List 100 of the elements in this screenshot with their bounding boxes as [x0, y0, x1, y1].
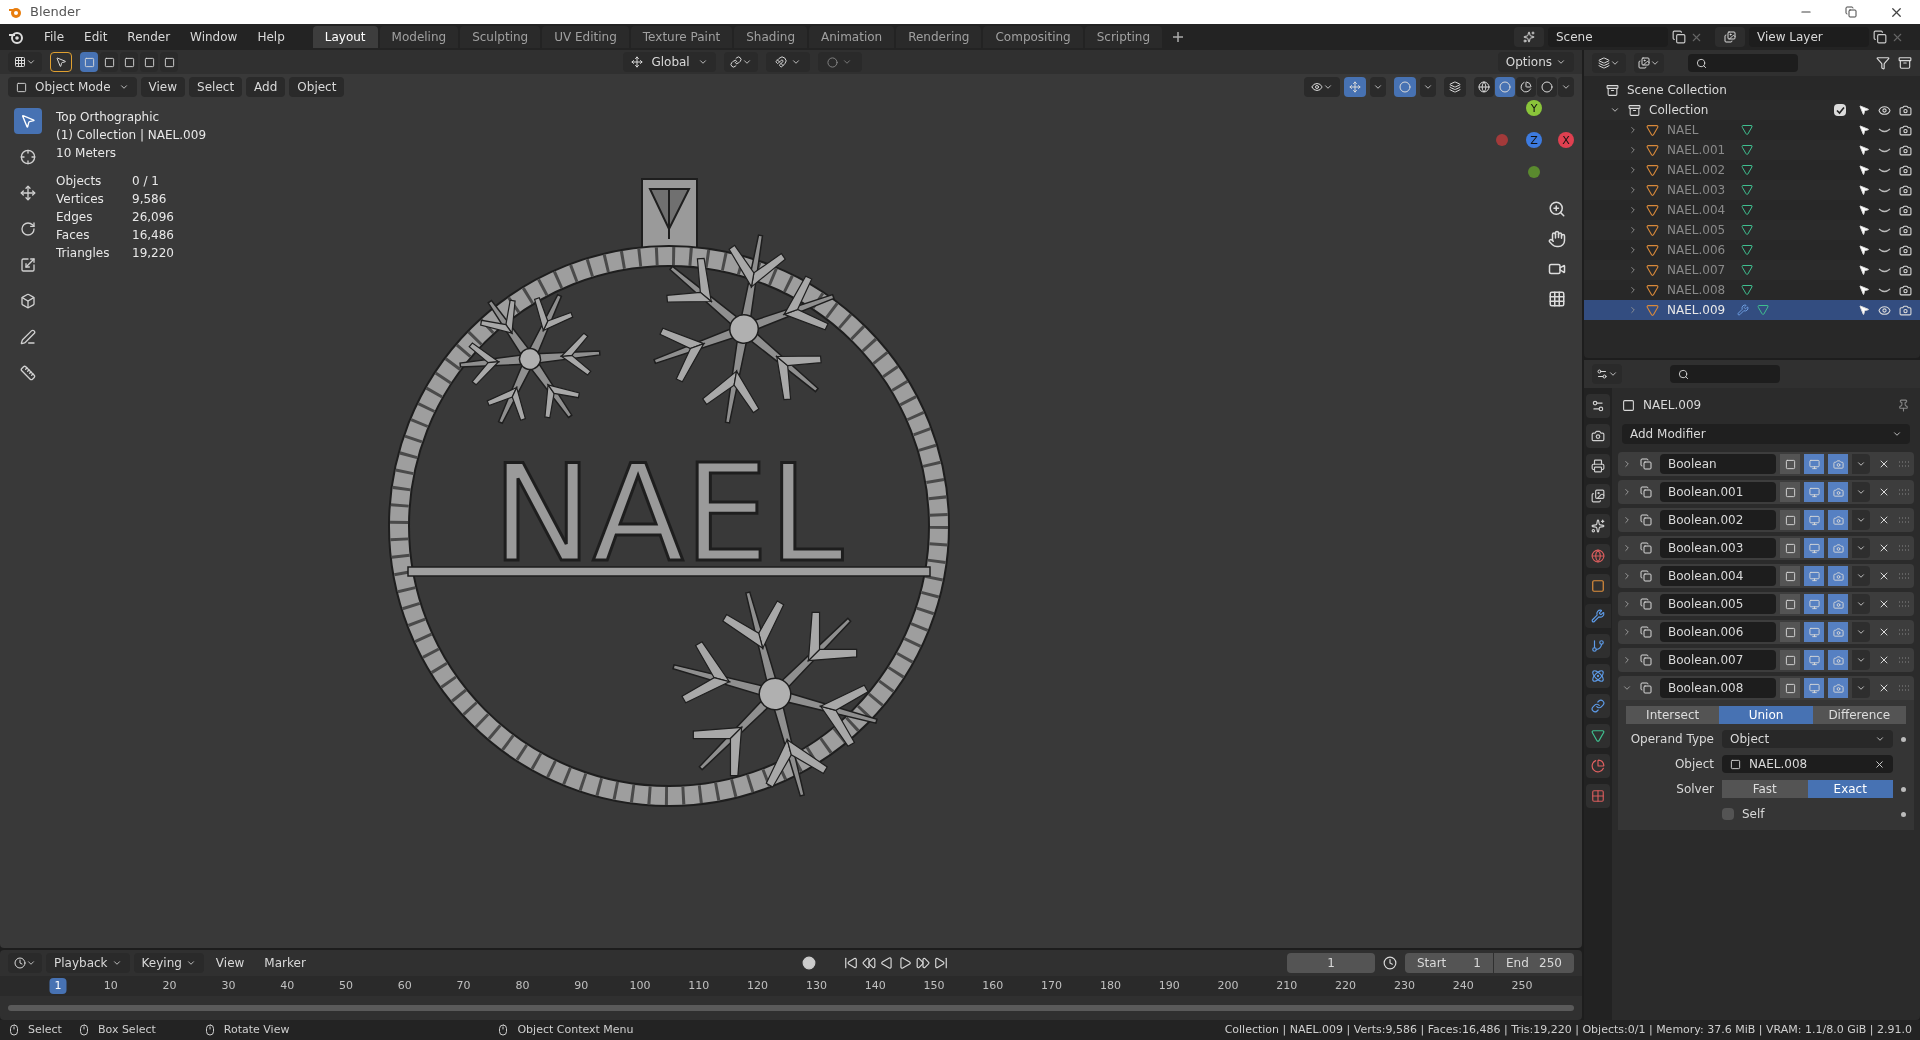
mesh-data-icon[interactable] [1741, 204, 1753, 216]
selection-mode-button[interactable] [100, 52, 118, 72]
render-toggle[interactable] [1828, 538, 1848, 558]
view-layer-selector[interactable] [1715, 27, 1745, 47]
viewport-toggle[interactable] [1804, 510, 1824, 530]
drag-handle-icon[interactable] [1898, 461, 1910, 467]
mesh-data-icon[interactable] [1741, 284, 1753, 296]
selectable-icon[interactable] [1858, 204, 1870, 216]
render-icon[interactable] [1899, 183, 1912, 197]
drag-handle-icon[interactable] [1898, 657, 1910, 663]
selectable-icon[interactable] [1858, 144, 1870, 156]
texture-tab-icon[interactable] [1586, 784, 1610, 808]
start-frame-field[interactable]: 1 [1455, 953, 1493, 973]
edit-mode-toggle[interactable] [1780, 566, 1800, 586]
viewport-toggle[interactable] [1804, 538, 1824, 558]
workspace-tab[interactable]: Animation [809, 26, 895, 48]
selectable-icon[interactable] [1858, 304, 1870, 316]
drag-handle-icon[interactable] [1898, 685, 1910, 691]
scene-selector[interactable] [1514, 27, 1544, 47]
timeline-scrollbar[interactable] [8, 1005, 1574, 1011]
xray-toggle[interactable] [1444, 77, 1466, 97]
render-toggle[interactable] [1828, 622, 1848, 642]
workspace-tab[interactable]: Modeling [379, 26, 459, 48]
eye-icon[interactable] [1878, 103, 1891, 117]
render-icon[interactable] [1899, 163, 1912, 177]
menu-item[interactable]: Window [182, 28, 246, 46]
images-tab-icon[interactable] [1586, 484, 1610, 508]
zoom-icon[interactable] [1548, 200, 1566, 218]
end-frame-field[interactable]: 250 [1534, 953, 1574, 973]
render-icon[interactable] [1899, 243, 1912, 257]
proportional-edit-button[interactable] [817, 52, 862, 72]
render-icon[interactable] [1899, 143, 1912, 157]
viewport-toggle[interactable] [1804, 678, 1824, 698]
workspace-tab[interactable]: Layout [312, 26, 378, 48]
remove-modifier-icon[interactable] [1878, 654, 1890, 666]
drag-handle-icon[interactable] [1898, 573, 1910, 579]
modifier-name-field[interactable]: Boolean [1660, 454, 1776, 474]
workspace-tab[interactable]: Scripting [1084, 26, 1163, 48]
selectable-icon[interactable] [1858, 164, 1870, 176]
solver-button[interactable]: Fast [1722, 780, 1808, 798]
shading-mode-button[interactable] [1474, 77, 1494, 97]
object-tab-icon[interactable] [1586, 574, 1610, 598]
globe-tab-icon[interactable] [1586, 544, 1610, 568]
display-mode-button[interactable] [1592, 53, 1626, 73]
render-icon[interactable] [1899, 203, 1912, 217]
pan-icon[interactable] [1548, 230, 1566, 248]
printer-tab-icon[interactable] [1586, 454, 1610, 478]
eye-icon[interactable] [1878, 303, 1891, 317]
edit-mode-toggle[interactable] [1780, 622, 1800, 642]
modifier-name-field[interactable]: Boolean.006 [1660, 622, 1776, 642]
selection-mode-button[interactable] [80, 52, 98, 72]
new-view-layer-icon[interactable] [1873, 30, 1887, 44]
exclude-checkbox[interactable] [1834, 104, 1846, 116]
collection-label[interactable]: Collection [1649, 100, 1709, 120]
modifier-name-field[interactable]: Boolean.005 [1660, 594, 1776, 614]
menu-item[interactable]: Render [119, 28, 179, 46]
workspace-tab[interactable]: Texture Paint [630, 26, 733, 48]
view-layer-field[interactable]: View Layer [1749, 27, 1869, 47]
new-scene-icon[interactable] [1672, 30, 1686, 44]
properties-search-field[interactable] [1670, 365, 1780, 383]
mesh-data-icon[interactable] [1741, 244, 1753, 256]
options-dropdown[interactable]: Options [1497, 52, 1574, 72]
modifier-name-field[interactable]: Boolean.001 [1660, 482, 1776, 502]
add-modifier-dropdown[interactable]: Add Modifier [1622, 424, 1910, 444]
timeline-menu[interactable]: Marker [256, 953, 314, 973]
restore-icon[interactable] [1845, 6, 1857, 18]
timeline-menu[interactable]: Playback [46, 953, 130, 973]
select-tool-button[interactable] [50, 52, 72, 72]
drag-handle-icon[interactable] [1898, 517, 1910, 523]
filter-icon[interactable] [1876, 56, 1890, 70]
modifier-name-field[interactable]: Boolean.007 [1660, 650, 1776, 670]
selectable-icon[interactable] [1858, 264, 1870, 276]
mesh-data-icon[interactable] [1741, 144, 1753, 156]
viewport-toggle[interactable] [1804, 650, 1824, 670]
render-toggle[interactable] [1828, 566, 1848, 586]
remove-modifier-icon[interactable] [1878, 570, 1890, 582]
selectable-icon[interactable] [1858, 244, 1870, 256]
selection-mode-button[interactable] [120, 52, 138, 72]
jump-end-icon[interactable] [933, 956, 948, 970]
current-frame-field[interactable]: 1 [1287, 953, 1375, 973]
render-icon[interactable] [1899, 223, 1912, 237]
edit-mode-toggle[interactable] [1780, 650, 1800, 670]
jump-start-icon[interactable] [843, 956, 858, 970]
remove-modifier-icon[interactable] [1878, 598, 1890, 610]
render-toggle[interactable] [1828, 650, 1848, 670]
visibility-dropdown[interactable] [1304, 77, 1340, 97]
operation-button[interactable]: Difference [1812, 706, 1906, 724]
next-keyframe-icon[interactable] [915, 956, 930, 970]
render-icon[interactable] [1899, 103, 1912, 117]
edit-mode-toggle[interactable] [1780, 482, 1800, 502]
render-toggle[interactable] [1828, 482, 1848, 502]
menu-item[interactable]: Help [249, 28, 293, 46]
drag-handle-icon[interactable] [1898, 629, 1910, 635]
wrench-tab-icon[interactable] [1585, 604, 1611, 628]
timeline-menu[interactable]: Keying [133, 953, 204, 973]
gizmo-toggle[interactable] [1344, 77, 1366, 97]
navigation-gizmo[interactable]: Y Z X [1488, 94, 1580, 194]
blender-logo-icon[interactable] [8, 29, 24, 45]
camera-tab-icon[interactable] [1586, 424, 1610, 448]
viewport-toggle[interactable] [1804, 482, 1824, 502]
